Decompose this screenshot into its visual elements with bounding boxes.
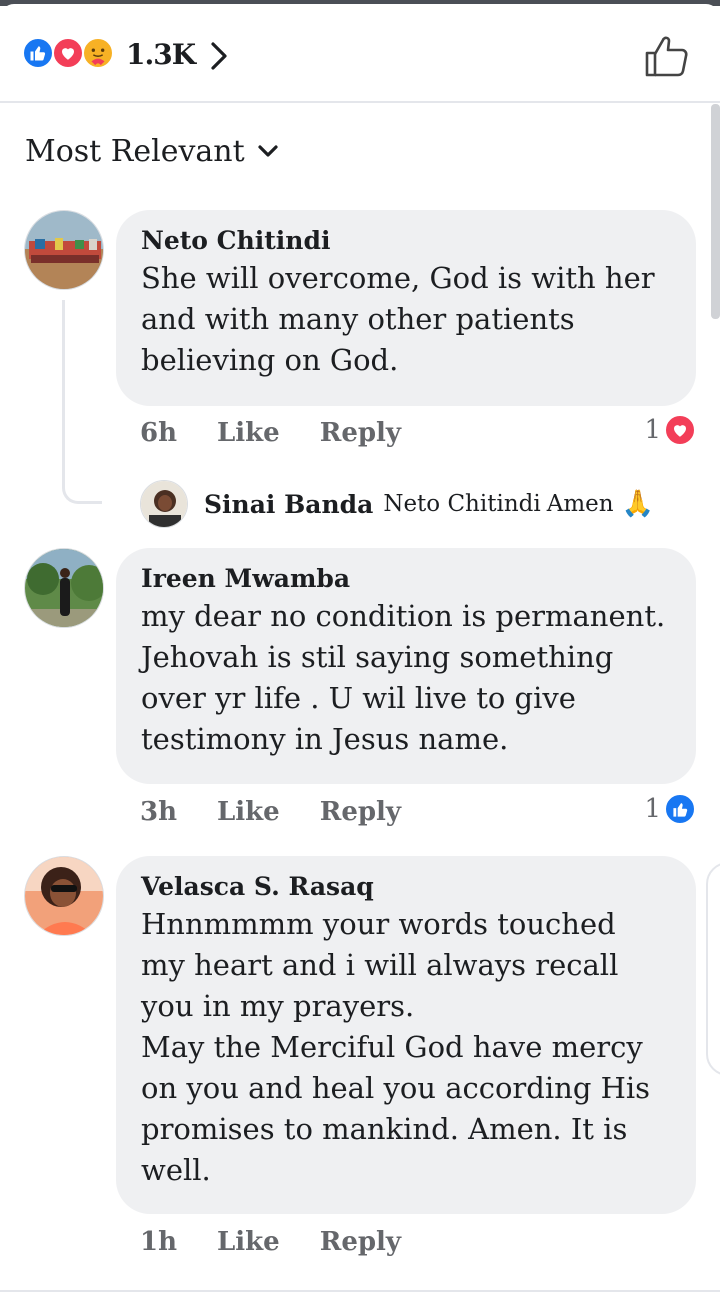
comment-bubble[interactable]: Neto Chitindi She will overcome, God is …: [116, 210, 696, 406]
comment-actions: 6h Like Reply: [140, 416, 441, 450]
like-button[interactable]: Like: [217, 795, 280, 829]
header-divider: [0, 101, 720, 103]
comment-reactions[interactable]: 1: [644, 414, 696, 446]
avatar[interactable]: [24, 856, 104, 936]
reactions-header[interactable]: 1.3K: [0, 4, 720, 101]
comment-author[interactable]: Ireen Mwamba: [141, 562, 672, 596]
comment-time: 6h: [140, 418, 177, 448]
reply-button[interactable]: Reply: [320, 1225, 401, 1259]
comment-actions: 3h Like Reply: [140, 795, 441, 829]
comment-time: 1h: [140, 1227, 177, 1257]
reply-thread-line: [62, 300, 102, 504]
comment-reactions[interactable]: 1: [644, 793, 696, 825]
reply-button[interactable]: Reply: [320, 416, 401, 450]
reply-mention[interactable]: Neto Chitindi: [383, 491, 540, 517]
comment-reaction-count: 1: [644, 415, 661, 445]
partial-overlay-edge: [706, 862, 720, 1076]
scrollbar[interactable]: [711, 104, 720, 319]
comment-author[interactable]: Velasca S. Rasaq: [141, 870, 672, 904]
comment-text: my dear no condition is permanent. Jehov…: [141, 599, 666, 756]
like-button[interactable]: Like: [217, 416, 280, 450]
reply-author[interactable]: Sinai Banda: [204, 490, 373, 519]
comment-actions: 1h Like Reply: [140, 1225, 441, 1259]
care-reaction-icon: [82, 37, 114, 69]
chevron-right-icon[interactable]: [208, 40, 230, 76]
thumbs-up-outline-icon[interactable]: [644, 34, 690, 82]
sort-label: Most Relevant: [25, 134, 245, 169]
comment-bubble[interactable]: Velasca S. Rasaq Hnnmmmm your words touc…: [116, 856, 696, 1214]
praying-hands-emoji: 🙏: [621, 489, 654, 519]
comment-text: She will overcome, God is with her and w…: [141, 261, 655, 377]
avatar[interactable]: [24, 210, 104, 290]
like-reaction-icon: [664, 793, 696, 825]
bottom-divider: [0, 1290, 720, 1292]
sort-dropdown[interactable]: Most Relevant: [25, 132, 279, 172]
reaction-count[interactable]: 1.3K: [126, 36, 196, 74]
love-reaction-icon: [52, 37, 84, 69]
comments-sheet: 1.3K Most Relevant Neto Chitindi She wil…: [0, 4, 720, 1300]
reply-button[interactable]: Reply: [320, 795, 401, 829]
comment-reaction-count: 1: [644, 794, 661, 824]
avatar[interactable]: [140, 480, 188, 528]
comment-bubble[interactable]: Ireen Mwamba my dear no condition is per…: [116, 548, 696, 784]
like-reaction-icon: [22, 37, 54, 69]
chevron-down-icon: [257, 143, 279, 163]
comment-time: 3h: [140, 797, 177, 827]
comment-author[interactable]: Neto Chitindi: [141, 224, 672, 258]
reply-preview[interactable]: Sinai Banda Neto Chitindi Amen 🙏: [140, 480, 654, 528]
comment-text: Hnnmmmm your words touched my heart and …: [141, 907, 651, 1187]
like-button[interactable]: Like: [217, 1225, 280, 1259]
avatar[interactable]: [24, 548, 104, 628]
reply-text: Amen: [546, 491, 614, 517]
love-reaction-icon: [664, 414, 696, 446]
